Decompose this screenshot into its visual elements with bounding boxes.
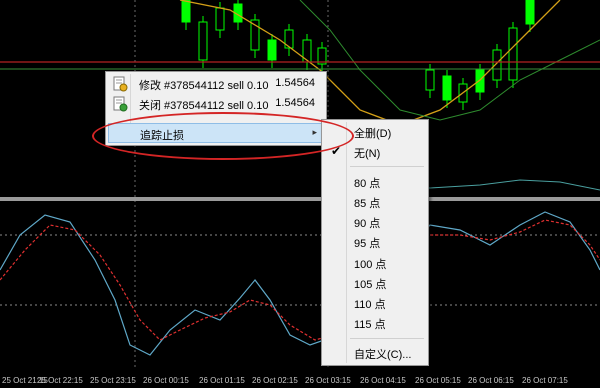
x-axis-tick-label: 26 Oct 00:15 bbox=[143, 376, 189, 385]
modify-order-icon bbox=[113, 76, 128, 92]
stochastic-main-line bbox=[0, 211, 600, 356]
x-axis-tick-label: 26 Oct 06:15 bbox=[468, 376, 514, 385]
x-axis-tick-label: 26 Oct 05:15 bbox=[415, 376, 461, 385]
highlight-annotation-ellipse bbox=[92, 112, 354, 160]
modify-order-label: 修改 #378544112 sell 0.10 bbox=[139, 80, 269, 92]
stochastic-indicator bbox=[0, 211, 600, 356]
candle-body bbox=[198, 21, 208, 61]
submenu-item-label: 105 点 bbox=[354, 279, 387, 291]
menu-separator bbox=[350, 338, 424, 339]
modify-order-menu-item[interactable]: 修改 #378544112 sell 0.10 1.54564 bbox=[108, 74, 324, 94]
candle-body bbox=[525, 0, 535, 25]
submenu-item-label: 80 点 bbox=[354, 178, 381, 190]
x-axis-tick-label: 26 Oct 01:15 bbox=[199, 376, 245, 385]
submenu-item-100[interactable]: 100 点 bbox=[324, 253, 426, 273]
close-order-menu-item[interactable]: 关闭 #378544112 sell 0.10 1.54564 bbox=[108, 94, 324, 114]
candle-body bbox=[267, 39, 277, 61]
x-axis-tick-label: 26 Oct 04:15 bbox=[360, 376, 406, 385]
modify-order-price: 1.54564 bbox=[275, 77, 315, 89]
submenu-item-label: 100 点 bbox=[354, 259, 387, 271]
submenu-item-custom[interactable]: 自定义(C)... bbox=[324, 343, 426, 363]
candle-body bbox=[508, 27, 518, 81]
x-axis-tick-label: 25 Oct 22:15 bbox=[37, 376, 83, 385]
close-order-icon bbox=[113, 96, 128, 112]
submenu-item-85[interactable]: 85 点 bbox=[324, 192, 426, 212]
candle-body bbox=[442, 75, 452, 101]
submenu-item-label: 85 点 bbox=[354, 198, 381, 210]
stochastic-signal-line bbox=[0, 219, 600, 341]
price-chart[interactable] bbox=[0, 0, 600, 388]
submenu-item-110[interactable]: 110 点 bbox=[324, 293, 426, 313]
submenu-item-label: 95 点 bbox=[354, 238, 381, 250]
candle-body bbox=[425, 69, 435, 91]
submenu-item-label: 110 点 bbox=[354, 299, 386, 311]
candle-body bbox=[475, 69, 485, 93]
submenu-item-label: 自定义(C)... bbox=[354, 349, 412, 361]
x-axis-tick-label: 26 Oct 07:15 bbox=[522, 376, 568, 385]
x-axis-tick-label: 26 Oct 02:15 bbox=[252, 376, 298, 385]
close-order-label: 关闭 #378544112 sell 0.10 bbox=[139, 100, 269, 112]
trading-chart-window: 25 Oct 21:15 25 Oct 22:15 25 Oct 23:15 26 O… bbox=[0, 0, 600, 388]
submenu-item-label: 无(N) bbox=[354, 148, 381, 160]
candle-body bbox=[215, 7, 225, 31]
submenu-item-label: 90 点 bbox=[354, 218, 381, 230]
submenu-item-95[interactable]: 95 点 bbox=[324, 232, 426, 252]
submenu-item-80[interactable]: 80 点 bbox=[324, 172, 426, 192]
submenu-item-label: 115 点 bbox=[354, 319, 386, 331]
submenu-item-label: 全删(D) bbox=[354, 128, 392, 140]
candle-body bbox=[181, 0, 191, 23]
x-axis-tick-label: 26 Oct 03:15 bbox=[305, 376, 351, 385]
submenu-item-115[interactable]: 115 点 bbox=[324, 313, 426, 333]
panel-separator bbox=[0, 197, 600, 201]
menu-separator bbox=[350, 166, 424, 167]
trailing-stop-submenu: 全删(D) ✔ 无(N) 80 点 85 点 90 点 95 点 100 点 1… bbox=[321, 119, 429, 366]
submenu-item-90[interactable]: 90 点 bbox=[324, 212, 426, 232]
submenu-item-105[interactable]: 105 点 bbox=[324, 273, 426, 293]
x-axis-tick-label: 25 Oct 23:15 bbox=[90, 376, 136, 385]
close-order-price: 1.54564 bbox=[275, 97, 315, 109]
